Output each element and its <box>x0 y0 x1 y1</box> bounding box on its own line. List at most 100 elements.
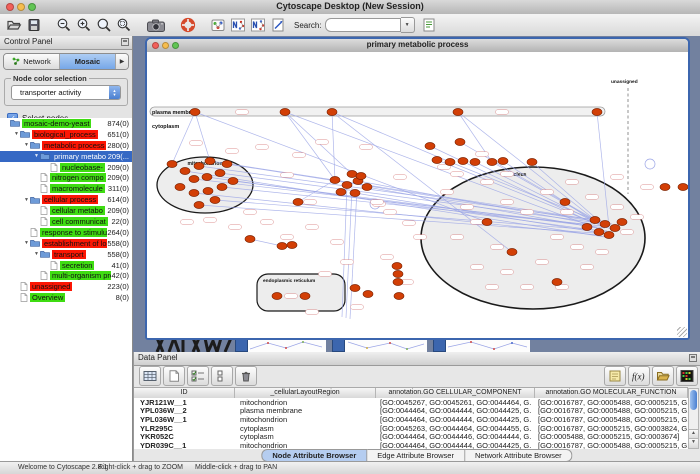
tree-row[interactable]: ▼biological_process651(0) <box>0 129 132 140</box>
graph-node[interactable] <box>455 139 465 146</box>
graph-node[interactable] <box>458 158 468 165</box>
graph-node[interactable] <box>350 190 360 197</box>
graph-node[interactable] <box>210 197 220 204</box>
table-row[interactable]: YDR039C__1mitochondrion[GO:0044464, GO:0… <box>134 441 688 449</box>
column-header-cellular-component[interactable]: annotation.GO CELLULAR_COMPONENT <box>376 388 535 398</box>
snapshot-icon[interactable] <box>145 16 167 34</box>
graph-node[interactable] <box>228 178 238 185</box>
tree-row[interactable]: ▼primary metabo209(... <box>0 151 132 162</box>
graph-node[interactable] <box>393 279 403 286</box>
tree-row[interactable]: nucleobase-209(0) <box>0 162 132 173</box>
edge[interactable] <box>332 112 450 162</box>
graph-node[interactable] <box>617 219 627 226</box>
tree-row[interactable]: ▼cellular process614(0) <box>0 194 132 205</box>
graph-node[interactable] <box>425 143 435 150</box>
column-header-id[interactable]: ID <box>134 388 235 398</box>
expander-icon[interactable]: ▼ <box>23 142 30 148</box>
table-row[interactable]: YPL036W__1mitochondrion[GO:0044464, GO:0… <box>134 415 688 424</box>
graph-node[interactable] <box>363 291 373 298</box>
unselect-attributes-icon[interactable] <box>211 366 233 386</box>
graph-node[interactable] <box>222 161 232 168</box>
node-color-dropdown[interactable]: transporter activity ▲▼ <box>11 85 121 100</box>
graph-node[interactable] <box>594 229 604 236</box>
graph-node[interactable] <box>445 159 455 166</box>
graph-node[interactable] <box>217 184 227 191</box>
tab-network[interactable]: Network <box>4 54 60 69</box>
network-view-title-bar[interactable]: primary metabolic process <box>147 39 688 53</box>
graph-node[interactable] <box>330 177 340 184</box>
graph-node[interactable] <box>347 171 357 178</box>
open-icon[interactable] <box>5 16 23 34</box>
graph-node[interactable] <box>327 109 337 116</box>
graph-node[interactable] <box>392 263 402 270</box>
scroll-down-icon[interactable]: ▼ <box>689 438 698 448</box>
graph-node[interactable] <box>350 285 360 292</box>
graph-node[interactable] <box>287 242 297 249</box>
zoom-selected-region-icon[interactable] <box>115 16 133 34</box>
search-options-dropdown[interactable]: ▼ <box>401 17 415 33</box>
select-attributes-icon[interactable] <box>187 366 209 386</box>
float-panel-icon[interactable] <box>121 38 129 46</box>
graph-node[interactable] <box>498 158 508 165</box>
tree-row[interactable]: multi-organism pro42(0) <box>0 270 132 281</box>
notes-icon[interactable] <box>604 366 626 386</box>
tree-row[interactable]: mosaic-demo-yeast874(0) <box>0 118 132 129</box>
annotation-icon[interactable] <box>269 16 287 34</box>
edge[interactable] <box>298 180 335 202</box>
tree-row[interactable]: cell communicat22(0) <box>0 216 132 227</box>
edge[interactable] <box>332 112 335 180</box>
tree-row[interactable]: ▼metabolic process280(0) <box>0 140 132 151</box>
expander-icon[interactable]: ▼ <box>23 197 30 203</box>
graph-node[interactable] <box>487 159 497 166</box>
graph-node[interactable] <box>660 184 670 191</box>
vizmapper-icon[interactable] <box>209 16 227 34</box>
help-ring-icon[interactable] <box>179 16 197 34</box>
table-row[interactable]: YKR052Ccytoplasm[GO:0044464, GO:0044446,… <box>134 432 688 441</box>
graph-node[interactable] <box>203 188 213 195</box>
graph-node[interactable] <box>277 243 287 250</box>
zoom-in-icon[interactable] <box>75 16 93 34</box>
graph-node[interactable] <box>180 168 190 175</box>
tree-row[interactable]: ▼establishment of lo558(0) <box>0 238 132 249</box>
graph-node[interactable] <box>190 109 200 116</box>
graph-node[interactable] <box>194 163 204 170</box>
search-result-icon[interactable] <box>420 16 438 34</box>
tree-row[interactable]: response to stimulu264(0) <box>0 227 132 238</box>
graph-node[interactable] <box>272 293 282 300</box>
graph-node[interactable] <box>280 109 290 116</box>
graph-node[interactable] <box>336 189 346 196</box>
table-scrollbar[interactable]: ▲ ▼ <box>688 388 699 449</box>
matrix-icon[interactable] <box>676 366 698 386</box>
tree-row[interactable]: cellular metabo209(0) <box>0 205 132 216</box>
graph-node[interactable] <box>215 170 225 177</box>
edge[interactable] <box>172 112 195 164</box>
self-loop-edge[interactable] <box>645 159 655 169</box>
tree-row[interactable]: unassigned223(0) <box>0 281 132 292</box>
graph-node[interactable] <box>507 249 517 256</box>
graph-node[interactable] <box>432 157 442 164</box>
graph-node[interactable] <box>453 109 463 116</box>
graph-node[interactable] <box>610 225 620 232</box>
plasma-membrane-region[interactable] <box>150 107 605 116</box>
graph-node[interactable] <box>582 224 592 231</box>
column-header-region[interactable]: _cellularLayoutRegion <box>235 388 376 398</box>
tab-mosaic[interactable]: Mosaic <box>60 54 116 69</box>
graph-node[interactable] <box>342 182 352 189</box>
expander-icon[interactable]: ▼ <box>13 131 20 137</box>
graph-node[interactable] <box>189 176 199 183</box>
graph-node[interactable] <box>189 190 199 197</box>
table-row[interactable]: YJR121W__1mitochondrion[GO:0045267, GO:0… <box>134 398 688 407</box>
zoom-out-icon[interactable] <box>55 16 73 34</box>
graph-node[interactable] <box>362 184 372 191</box>
network-canvas[interactable]: plasma membrane cytoplasm mitochondrion … <box>147 52 688 338</box>
network-view-window[interactable]: primary metabolic process plasma membran… <box>145 37 690 340</box>
graph-node[interactable] <box>552 279 562 286</box>
expander-icon[interactable]: ▼ <box>33 153 40 159</box>
tree-row[interactable]: secretion41(0) <box>0 260 132 271</box>
search-input[interactable] <box>325 18 401 32</box>
tree-row[interactable]: ▼transport558(0) <box>0 249 132 260</box>
tree-row[interactable]: nitrogen compo209(0) <box>0 172 132 183</box>
graph-node[interactable] <box>202 174 212 181</box>
graph-node[interactable] <box>590 217 600 224</box>
expander-icon[interactable]: ▼ <box>23 240 30 246</box>
